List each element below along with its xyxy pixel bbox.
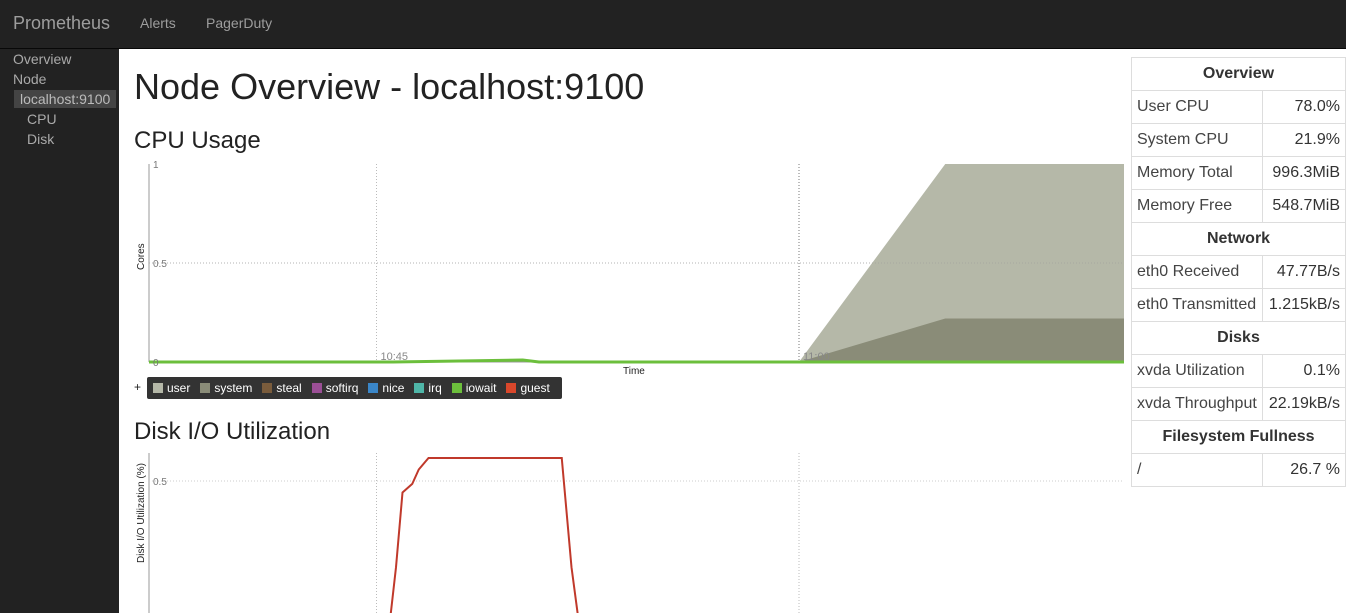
cpu-chart-labels: 0 0.5 1 10:45 11:00 Cores Time [136,160,830,377]
stats-label: eth0 Transmitted [1130,288,1264,322]
legend-swatch [153,383,163,393]
stats-value: 22.19kB/s [1262,387,1346,421]
cpu-y-tick-label: 1 [153,160,159,171]
legend-swatch [506,383,517,393]
legend-swatch [200,383,211,393]
cpu-chart-series [149,164,1124,364]
stats-table: Overview User CPU 78.0% System CPU 21.9% Memo… [1130,57,1346,487]
stats-row: eth0 Received 47.77B/s [1130,255,1346,289]
stats-label: xvda Utilization [1130,354,1264,388]
brand-link[interactable]: Prometheus [13,13,110,34]
sidebar-item-localhost[interactable]: localhost:9100 [14,90,117,108]
stats-section-header: Disks [1131,321,1346,355]
stats-section-header: Filesystem Fullness [1131,420,1346,454]
sidebar-item-cpu[interactable]: CPU [27,111,57,127]
stats-label: xvda Throughput [1130,387,1264,421]
legend-item-irq[interactable]: irq [414,381,442,395]
stats-section-header: Overview [1131,57,1346,91]
legend-label: steal [276,381,302,395]
stats-value: 1.215kB/s [1262,288,1346,322]
stats-row: /26.7 % [1130,453,1346,487]
legend-label: guest [520,381,550,395]
page-title: Node Overview - localhost:9100 [134,66,645,107]
stats-value: 26.7 % [1262,453,1346,487]
sidebar: Overview Node localhost:9100 CPU Disk [0,49,119,613]
cpu-x-tick-label: 10:45 [381,351,409,363]
legend-label: irq [428,381,442,395]
sidebar-item-disk[interactable]: Disk [27,131,54,147]
stats-row: eth0 Transmitted 1.215kB/s [1130,288,1346,322]
legend-item-guest[interactable]: guest [506,381,550,395]
stats-row: Memory Total 996.3MiB [1130,156,1346,190]
cpu-section-title: CPU Usage [134,127,261,154]
sidebar-item-overview[interactable]: Overview [13,51,71,67]
legend-swatch [414,383,425,393]
disk-y-axis-label: Disk I/O Utilization (%) [136,463,147,563]
cpu-y-tick-label: 0.5 [153,259,167,270]
stats-label: / [1130,453,1264,487]
legend-expand-icon[interactable]: + [134,380,141,394]
stats-section-header: Network [1131,222,1346,256]
sidebar-item-node[interactable]: Node [13,71,46,87]
legend-label: user [167,381,191,395]
stats-label: System CPU [1130,123,1264,157]
cpu-legend: user system steal softirq nice irq iowait guest [147,377,562,399]
stats-value: 78.0% [1262,90,1346,124]
stats-label: User CPU [1130,90,1264,124]
legend-item-steal[interactable]: steal [262,381,302,395]
legend-item-system[interactable]: system [200,381,252,395]
cpu-series-system [149,318,1124,362]
stats-value: 0.1% [1262,354,1346,388]
legend-item-softirq[interactable]: softirq [311,381,359,395]
stats-value: 47.77B/s [1262,255,1346,289]
disk-chart-grid [148,453,1124,613]
cpu-y-tick-label: 0 [153,358,159,369]
legend-label: softirq [325,381,359,395]
legend-label: iowait [465,381,497,395]
stats-value: 548.7MiB [1262,189,1346,223]
stats-value: 21.9% [1262,123,1346,157]
stats-value: 996.3MiB [1262,156,1346,190]
cpu-usage-chart: 0 0.5 1 10:45 11:00 Cores Time [136,160,1124,377]
nav-link-pagerduty[interactable]: PagerDuty [206,15,272,31]
legend-swatch [311,383,322,393]
legend-swatch [368,383,379,393]
stats-row: User CPU 78.0% [1130,90,1346,124]
disk-section-title: Disk I/O Utilization [134,418,331,445]
stats-row: xvda Throughput 22.19kB/s [1130,387,1346,421]
stats-label: Memory Total [1130,156,1264,190]
disk-y-tick-label: 0.5 [153,477,167,488]
cpu-x-axis-label: Time [623,366,645,377]
stats-row: xvda Utilization 0.1% [1130,354,1346,388]
legend-item-iowait[interactable]: iowait [451,381,497,395]
legend-label: system [214,381,253,395]
cpu-y-axis-label: Cores [136,243,147,270]
legend-item-nice[interactable]: nice [368,381,404,395]
legend-item-user[interactable]: user [153,381,190,395]
nav-link-alerts[interactable]: Alerts [140,15,176,31]
stats-label: eth0 Received [1130,255,1264,289]
legend-label: nice [382,381,405,395]
legend-swatch [451,383,462,393]
navbar: Prometheus Alerts PagerDuty [0,0,1346,49]
legend-swatch [262,383,273,393]
stats-row: System CPU 21.9% [1130,123,1346,157]
cpu-x-tick-label: 11:00 [803,351,830,363]
disk-io-chart: 0.5 Disk I/O Utilization (%) [136,453,1124,613]
stats-label: Memory Free [1130,189,1264,223]
stats-row: Memory Free 548.7MiB [1130,189,1346,223]
disk-chart-labels: 0.5 Disk I/O Utilization (%) [136,463,167,563]
